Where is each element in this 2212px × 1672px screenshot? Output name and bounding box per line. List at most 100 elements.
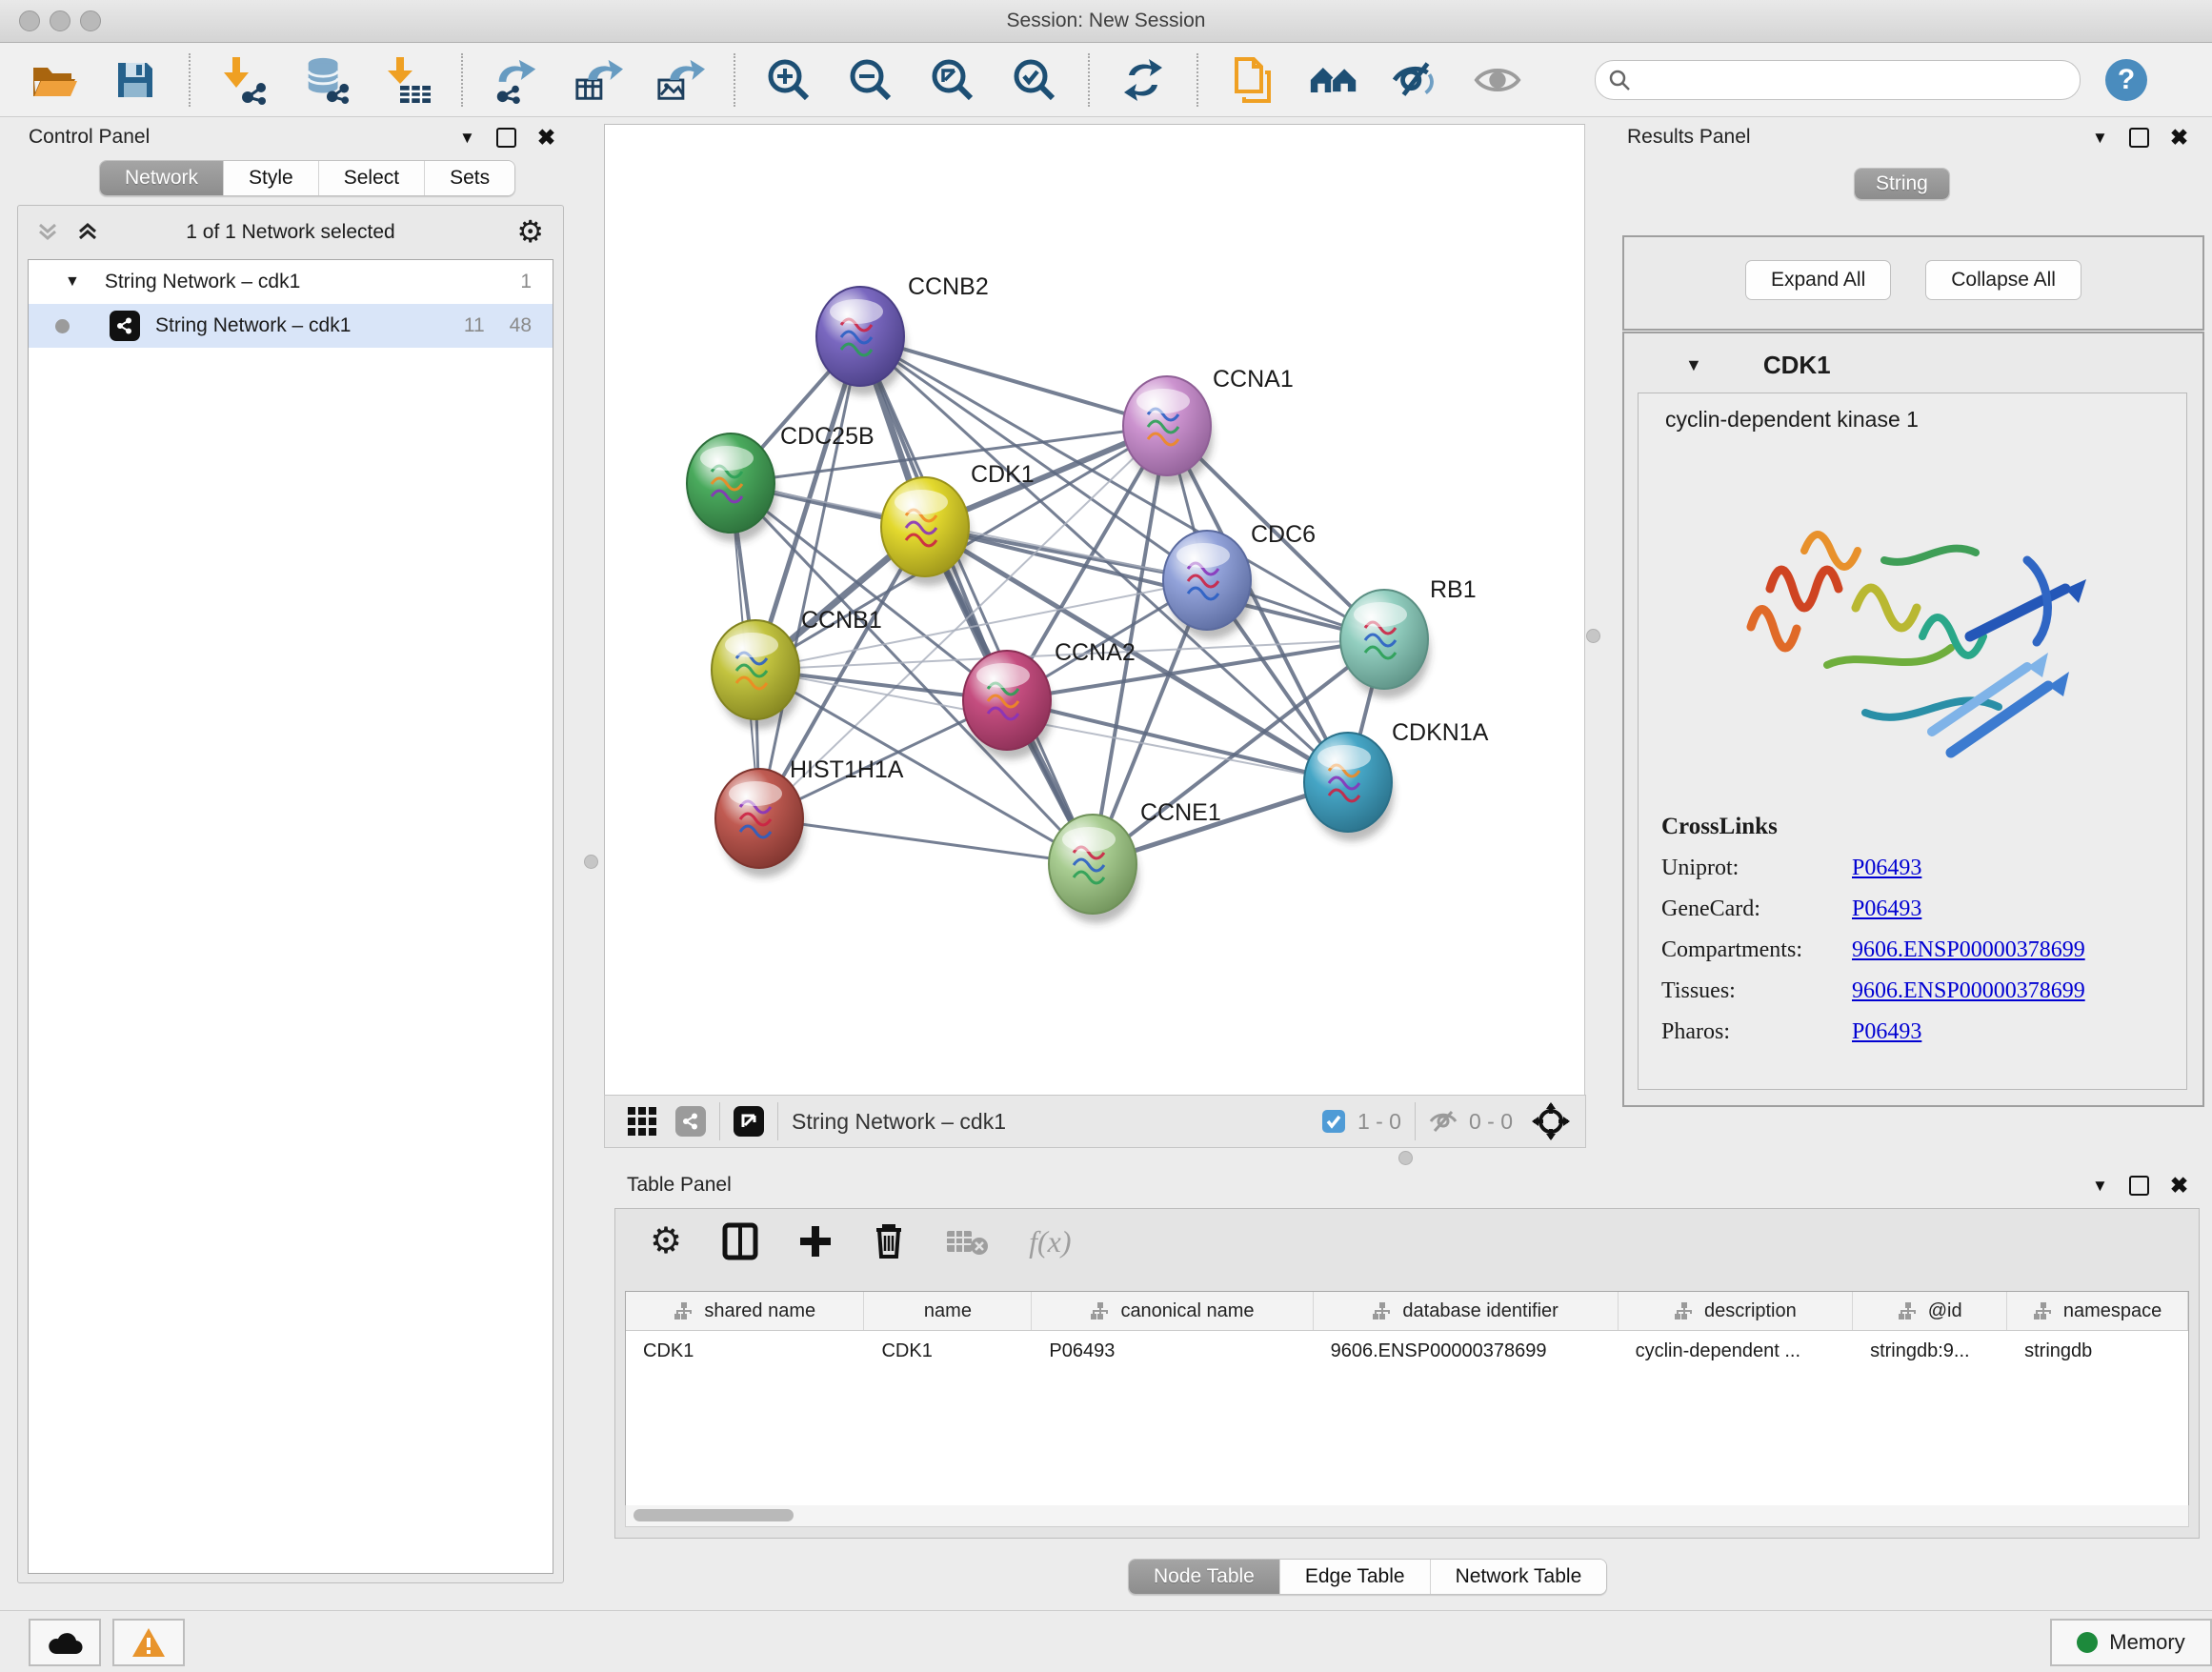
node-CDC25B[interactable]: CDC25B [687, 423, 875, 542]
network-overview-icon[interactable] [1309, 55, 1358, 105]
zoom-selected-icon[interactable] [1010, 55, 1059, 105]
network-collection-row[interactable]: ▼ String Network – cdk1 1 [29, 260, 553, 304]
table-panel-menu-icon[interactable]: ▼ [2092, 1177, 2108, 1196]
results-panel-close-icon[interactable]: ✖ [2170, 130, 2188, 146]
network-row[interactable]: String Network – cdk1 11 48 [29, 304, 553, 348]
table-options-gear-icon[interactable]: ⚙ [650, 1223, 682, 1259]
column-header-database-identifier[interactable]: database identifier [1314, 1292, 1619, 1330]
import-network-file-icon[interactable] [219, 55, 269, 105]
table-hscrollbar[interactable] [625, 1505, 2189, 1527]
zoom-fit-icon[interactable] [928, 55, 977, 105]
tab-string[interactable]: String [1855, 169, 1949, 199]
collapse-all-button[interactable]: Collapse All [1925, 260, 2081, 300]
warning-button[interactable] [112, 1619, 185, 1666]
cell-shared-name[interactable]: CDK1 [626, 1331, 864, 1371]
cell-namespace[interactable]: stringdb [2007, 1331, 2188, 1371]
crosslink-link[interactable]: P06493 [1852, 896, 1921, 922]
node-CDK1[interactable]: CDK1 [881, 461, 1035, 586]
table-panel-float-icon[interactable] [2129, 1176, 2149, 1196]
memory-button[interactable]: Memory [2050, 1619, 2212, 1666]
edge-HIST1H1A-CCNE1[interactable] [759, 818, 1093, 864]
column-header--id[interactable]: @id [1853, 1292, 2007, 1330]
control-panel-close-icon[interactable]: ✖ [537, 130, 555, 146]
delete-column-icon[interactable] [873, 1222, 905, 1260]
grid-view-icon[interactable] [626, 1105, 658, 1138]
left-splitter-grip[interactable] [584, 855, 598, 869]
node-CCNE1[interactable]: CCNE1 [1049, 799, 1221, 923]
tab-network-table[interactable]: Network Table [1431, 1560, 1607, 1594]
tab-network[interactable]: Network [100, 161, 224, 195]
control-panel-menu-icon[interactable]: ▼ [459, 129, 475, 148]
node-CCNB1[interactable]: CCNB1 [712, 607, 882, 729]
import-table-icon[interactable] [383, 55, 432, 105]
show-columns-icon[interactable] [722, 1222, 758, 1260]
crosslink-link[interactable]: 9606.ENSP00000378699 [1852, 937, 2085, 963]
column-header-description[interactable]: description [1619, 1292, 1854, 1330]
open-session-icon[interactable] [29, 55, 78, 105]
edge-CCNB2-CCNA1[interactable] [860, 336, 1167, 426]
table-panel-close-icon[interactable]: ✖ [2170, 1178, 2188, 1194]
cell--id[interactable]: stringdb:9... [1853, 1331, 2007, 1371]
tab-sets[interactable]: Sets [425, 161, 514, 195]
column-header-canonical-name[interactable]: canonical name [1032, 1292, 1313, 1330]
column-header-name[interactable]: name [864, 1292, 1032, 1330]
edge-CCNB2-CCNE1[interactable] [860, 336, 1093, 864]
column-header-namespace[interactable]: namespace [2007, 1292, 2188, 1330]
control-panel-float-icon[interactable] [496, 128, 516, 148]
zoom-out-icon[interactable] [846, 55, 895, 105]
pan-crosshair-icon[interactable] [1532, 1102, 1570, 1140]
node-RB1[interactable]: RB1 [1340, 576, 1477, 698]
cell-name[interactable]: CDK1 [864, 1331, 1032, 1371]
table-hscrollbar-thumb[interactable] [633, 1509, 794, 1521]
node-CCNB2[interactable]: CCNB2 [816, 273, 989, 395]
node-CCNA2[interactable]: CCNA2 [963, 639, 1136, 759]
eye-icon[interactable] [1473, 55, 1522, 105]
string-view-icon[interactable] [675, 1106, 706, 1137]
network-canvas[interactable]: CCNB2CCNA1CDC25BCDK1CDC6RB1CCNB1CCNA2CDK… [604, 124, 1585, 1096]
open-in-window-icon[interactable] [734, 1106, 764, 1137]
export-network-icon[interactable] [492, 55, 541, 105]
crosslink-link[interactable]: P06493 [1852, 856, 1921, 881]
add-column-icon[interactable] [798, 1224, 833, 1259]
column-header-shared-name[interactable]: shared name [626, 1292, 864, 1330]
crosslink-link[interactable]: 9606.ENSP00000378699 [1852, 978, 2085, 1004]
zoom-in-icon[interactable] [764, 55, 814, 105]
edge-CCNA2-CDKN1A[interactable] [1007, 700, 1348, 782]
gene-collapse-icon[interactable]: ▼ [1685, 355, 1702, 375]
hidden-eye-icon[interactable] [1429, 1110, 1458, 1133]
delete-table-icon[interactable] [945, 1225, 989, 1258]
results-panel-menu-icon[interactable]: ▼ [2092, 129, 2108, 148]
collection-collapse-icon[interactable]: ▼ [65, 273, 80, 291]
help-icon[interactable]: ? [2105, 59, 2147, 101]
import-network-database-icon[interactable] [301, 55, 351, 105]
cell-database-identifier[interactable]: 9606.ENSP00000378699 [1314, 1331, 1619, 1371]
export-image-icon[interactable] [655, 55, 705, 105]
cloud-button[interactable] [29, 1619, 101, 1666]
save-session-icon[interactable] [111, 55, 160, 105]
apply-layout-icon[interactable] [1118, 55, 1168, 105]
tab-style[interactable]: Style [224, 161, 319, 195]
node-CDKN1A[interactable]: CDKN1A [1304, 719, 1489, 841]
cell-canonical-name[interactable]: P06493 [1032, 1331, 1313, 1371]
results-panel-float-icon[interactable] [2129, 128, 2149, 148]
selected-checkbox-icon[interactable] [1321, 1109, 1346, 1134]
bottom-splitter-grip[interactable] [1398, 1151, 1413, 1165]
tab-node-table[interactable]: Node Table [1129, 1560, 1280, 1594]
node-CDC6[interactable]: CDC6 [1163, 521, 1316, 639]
crosslink-link[interactable]: P06493 [1852, 1019, 1921, 1045]
tab-select[interactable]: Select [319, 161, 425, 195]
export-table-icon[interactable] [573, 55, 623, 105]
edge-CCNB2-HIST1H1A[interactable] [759, 336, 860, 818]
table-row[interactable]: CDK1CDK1P064939606.ENSP00000378699cyclin… [626, 1331, 2188, 1371]
documents-icon[interactable] [1227, 55, 1277, 105]
tab-edge-table[interactable]: Edge Table [1280, 1560, 1431, 1594]
node-HIST1H1A[interactable]: HIST1H1A [715, 756, 904, 877]
search-box[interactable] [1595, 60, 2081, 100]
hide-details-icon[interactable] [1391, 55, 1440, 105]
right-splitter-grip[interactable] [1586, 629, 1600, 643]
search-input[interactable] [1632, 68, 2045, 91]
cell-description[interactable]: cyclin-dependent ... [1619, 1331, 1853, 1371]
function-builder-icon[interactable]: f(x) [1029, 1224, 1071, 1259]
network-options-gear-icon[interactable]: ⚙ [516, 213, 544, 250]
expand-all-button[interactable]: Expand All [1745, 260, 1891, 300]
